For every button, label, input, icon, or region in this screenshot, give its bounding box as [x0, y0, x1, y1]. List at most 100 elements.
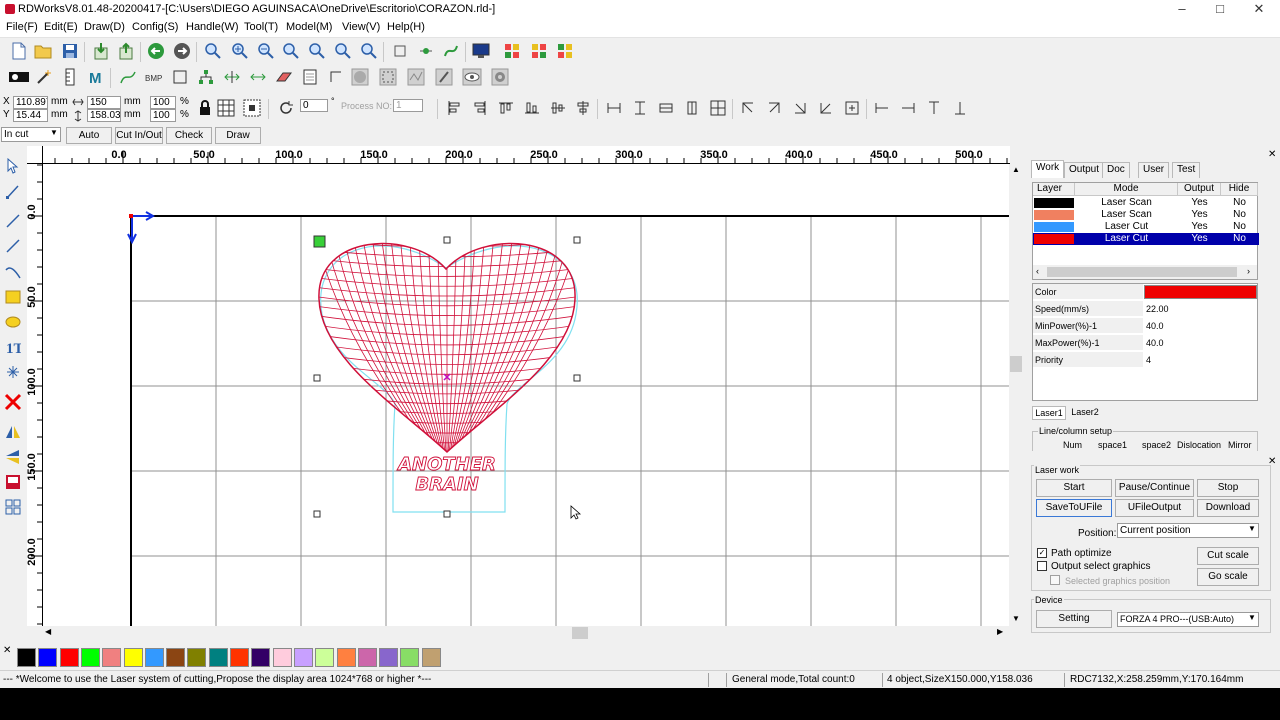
lock-icon[interactable] — [195, 98, 215, 118]
eye-icon[interactable] — [462, 67, 482, 87]
dist-left-icon[interactable] — [872, 98, 892, 118]
mirror-vertical-icon[interactable] — [3, 447, 23, 467]
scroll-down-icon[interactable]: ▼ — [1010, 614, 1022, 624]
auto-button[interactable]: Auto — [66, 127, 112, 144]
magic-wand-icon[interactable] — [34, 67, 54, 87]
corner-icon[interactable] — [326, 67, 346, 87]
equal-space-h-icon[interactable] — [604, 98, 624, 118]
vertical-scrollbar[interactable]: ▲ ▼ — [1009, 164, 1023, 626]
scroll-up-icon[interactable]: ▲ — [1010, 165, 1022, 175]
horizontal-scrollbar[interactable]: ◀ ▶ — [43, 626, 1009, 640]
move-top-right-icon[interactable] — [764, 98, 784, 118]
layer-output[interactable]: Yes — [1178, 221, 1221, 233]
zoom-in-icon[interactable] — [230, 41, 250, 61]
prop-speed-row[interactable]: Speed(mm/s) 22.00 — [1033, 301, 1257, 318]
image-tool-icon[interactable] — [3, 472, 23, 492]
close-button[interactable]: ✕ — [1240, 0, 1278, 19]
same-height-icon[interactable] — [682, 98, 702, 118]
layer-output[interactable]: Yes — [1178, 197, 1221, 209]
move-bottom-left-icon[interactable] — [816, 98, 836, 118]
zoom-out-icon[interactable] — [256, 41, 276, 61]
menu-config[interactable]: Config(S) — [132, 21, 178, 33]
tab-doc[interactable]: Doc — [1102, 162, 1130, 178]
align-center-h-icon[interactable] — [573, 98, 593, 118]
menu-view[interactable]: View(V) — [342, 21, 380, 33]
open-folder-icon[interactable] — [33, 41, 53, 61]
align-h-icon[interactable] — [222, 67, 242, 87]
maximize-button[interactable]: □ — [1201, 0, 1239, 19]
drawing-canvas[interactable]: ANOTHER BRAIN — [43, 164, 1009, 626]
scroll-left-icon[interactable]: ‹ — [1036, 266, 1039, 276]
layer-hide[interactable]: No — [1221, 221, 1258, 233]
palette-swatch[interactable] — [187, 648, 207, 667]
frame-icon[interactable] — [170, 67, 190, 87]
save-to-ufile-button[interactable]: SaveToUFile — [1036, 499, 1112, 517]
dist-bottom-icon[interactable] — [950, 98, 970, 118]
layer-hscrollbar[interactable]: ‹ › — [1033, 265, 1257, 279]
line-tool-icon[interactable] — [3, 211, 23, 231]
vertical-scroll-thumb[interactable] — [1010, 356, 1022, 372]
palette-swatch[interactable] — [208, 648, 228, 667]
prop-priority-value[interactable]: 4 — [1144, 352, 1257, 368]
draw-button[interactable]: Draw — [215, 127, 261, 144]
scroll-left-icon[interactable]: ◀ — [45, 627, 55, 639]
delete-icon[interactable] — [3, 392, 23, 412]
path-optimize-checkbox[interactable]: ✓ — [1037, 548, 1047, 558]
curve-tool-icon[interactable] — [3, 262, 23, 282]
tab-user[interactable]: User — [1138, 162, 1170, 178]
tab-work[interactable]: Work — [1031, 160, 1065, 178]
undo-icon[interactable] — [146, 41, 166, 61]
width-percent-input[interactable]: 100 — [150, 96, 176, 109]
align-center-v-icon[interactable] — [548, 98, 568, 118]
tab-test[interactable]: Test — [1172, 162, 1201, 178]
download-button[interactable]: Download — [1197, 499, 1259, 517]
bmp-icon[interactable]: BMP — [144, 67, 164, 87]
menu-model[interactable]: Model(M) — [286, 21, 332, 33]
export-icon[interactable] — [116, 41, 136, 61]
same-width-icon[interactable] — [656, 98, 676, 118]
zoom-data-icon[interactable] — [333, 41, 353, 61]
model-m-icon[interactable]: M — [86, 67, 106, 87]
page-icon[interactable] — [300, 67, 320, 87]
horizontal-scroll-thumb[interactable] — [572, 627, 588, 639]
mirror-h-icon[interactable] — [248, 67, 268, 87]
array-tool-icon[interactable] — [3, 497, 23, 517]
dot-tool-icon[interactable] — [3, 362, 23, 382]
menu-file[interactable]: File(F) — [6, 21, 38, 33]
redo-icon[interactable] — [172, 41, 192, 61]
check-icon[interactable] — [406, 67, 426, 87]
node-edit-icon[interactable] — [416, 41, 436, 61]
palette-swatch[interactable] — [421, 648, 441, 667]
menu-edit[interactable]: Edit(E) — [44, 21, 78, 33]
palette-swatch[interactable] — [293, 648, 313, 667]
move-top-left-icon[interactable] — [738, 98, 758, 118]
new-file-icon[interactable] — [9, 41, 29, 61]
palette-swatch[interactable] — [400, 648, 420, 667]
palette-swatch[interactable] — [144, 648, 164, 667]
monitor-icon[interactable] — [471, 41, 491, 61]
process-no-input[interactable]: 1 — [393, 99, 423, 112]
pause-continue-button[interactable]: Pause/Continue — [1115, 479, 1194, 497]
size-icon[interactable] — [242, 98, 262, 118]
grid-dots-icon[interactable] — [378, 67, 398, 87]
palette-swatch[interactable] — [315, 648, 335, 667]
prop-color-swatch[interactable] — [1144, 285, 1257, 299]
palette-swatch[interactable] — [357, 648, 377, 667]
align-bottom-icon[interactable] — [522, 98, 542, 118]
position-select[interactable]: Current position ▼ — [1117, 523, 1259, 538]
align-right-icon[interactable] — [470, 98, 490, 118]
layer-row[interactable]: Laser Cut Yes No — [1033, 221, 1259, 233]
mode-header[interactable]: Mode — [1075, 183, 1178, 196]
palette-swatch[interactable] — [166, 648, 186, 667]
ruler-icon[interactable] — [60, 67, 80, 87]
angle-input[interactable]: 0 — [300, 99, 328, 112]
palette-swatch[interactable] — [272, 648, 292, 667]
tab-laser1[interactable]: Laser1 — [1032, 406, 1066, 420]
x-input[interactable]: 110.897 — [13, 96, 48, 109]
palette-swatch[interactable] — [17, 648, 36, 667]
grid-position-icon[interactable] — [216, 98, 236, 118]
layer-output[interactable]: Yes — [1178, 233, 1221, 245]
minimize-button[interactable]: – — [1163, 0, 1201, 19]
layer-row[interactable]: Laser Scan Yes No — [1033, 197, 1259, 209]
align-left-icon[interactable] — [444, 98, 464, 118]
